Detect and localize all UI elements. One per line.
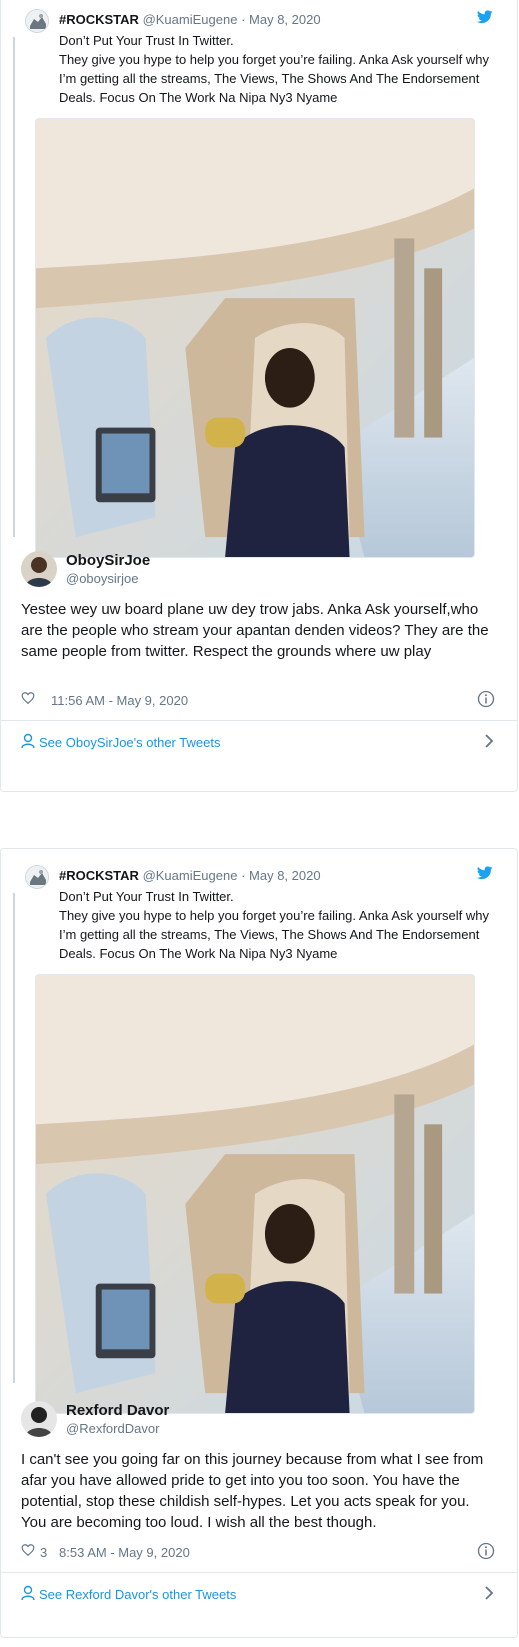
quoted-text: Don’t Put Your Trust In Twitter. They gi… [59,887,489,963]
see-other-tweets-link[interactable]: See OboySirJoe's other Tweets [21,730,495,754]
quoted-author-avatar[interactable] [25,865,49,889]
quoted-author-name[interactable]: #ROCKSTAR [59,868,139,883]
quoted-header: #ROCKSTAR @KuamiEugene · May 8, 2020 [59,12,321,27]
chevron-right-icon[interactable] [483,1585,495,1604]
tweet-card-oboysirjoe: #ROCKSTAR @KuamiEugene · May 8, 2020 Don… [0,0,518,792]
quoted-author-name[interactable]: #ROCKSTAR [59,12,139,27]
heart-icon[interactable] [21,1543,35,1560]
quoted-text-line2: They give you hype to help you forget yo… [59,52,489,105]
quoted-author-handle[interactable]: @KuamiEugene [143,12,238,27]
tweet-photo[interactable] [35,118,475,558]
quoted-separator: · [241,12,246,27]
tweet-card-rexforddavor: #ROCKSTAR @KuamiEugene · May 8, 2020 Don… [0,848,518,1638]
quoted-text: Don’t Put Your Trust In Twitter. They gi… [59,31,489,107]
tweet-text: Yestee wey uw board plane uw dey trow ja… [21,601,489,660]
heart-icon[interactable] [21,691,35,708]
tweet-timestamp[interactable]: 8:53 AM - May 9, 2020 [59,1545,190,1560]
quoted-date[interactable]: May 8, 2020 [249,12,321,27]
quoted-header: #ROCKSTAR @KuamiEugene · May 8, 2020 [59,868,321,883]
author-handle[interactable]: @oboysirjoe [66,571,138,586]
quoted-text-line1: Don’t Put Your Trust In Twitter. [59,889,234,904]
see-other-tweets-link[interactable]: See Rexford Davor's other Tweets [21,1582,495,1606]
quoted-text-line2: They give you hype to help you forget yo… [59,908,489,961]
tweet-photo[interactable] [35,974,475,1414]
user-icon [21,1585,35,1604]
info-icon[interactable] [477,690,495,711]
divider [1,720,517,721]
thread-line [13,893,15,1383]
info-icon[interactable] [477,1542,495,1563]
tweet-meta: 3 8:53 AM - May 9, 2020 [21,1542,495,1562]
tweet-text: I can't see you going far on this journe… [21,1451,484,1531]
user-icon [21,733,35,752]
quoted-author-avatar[interactable] [25,9,49,33]
quoted-text-line1: Don’t Put Your Trust In Twitter. [59,33,234,48]
quoted-author-handle[interactable]: @KuamiEugene [143,868,238,883]
quoted-date[interactable]: May 8, 2020 [249,868,321,883]
see-other-tweets-label[interactable]: See Rexford Davor's other Tweets [39,1587,236,1602]
author-name[interactable]: Rexford Davor [66,1402,169,1419]
divider [1,1572,517,1573]
like-count[interactable]: 3 [40,1545,47,1560]
tweet-timestamp[interactable]: 11:56 AM - May 9, 2020 [51,693,188,708]
thread-line [13,37,15,537]
twitter-bird-icon[interactable] [476,10,493,29]
quoted-separator: · [241,868,246,883]
author-handle[interactable]: @RexfordDavor [66,1421,159,1436]
chevron-right-icon[interactable] [483,733,495,752]
author-avatar[interactable] [21,551,57,587]
author-name[interactable]: OboySirJoe [66,552,150,569]
twitter-bird-icon[interactable] [476,866,493,885]
author-avatar[interactable] [21,1401,57,1437]
see-other-tweets-label[interactable]: See OboySirJoe's other Tweets [39,735,220,750]
tweet-meta: 11:56 AM - May 9, 2020 [21,690,495,710]
